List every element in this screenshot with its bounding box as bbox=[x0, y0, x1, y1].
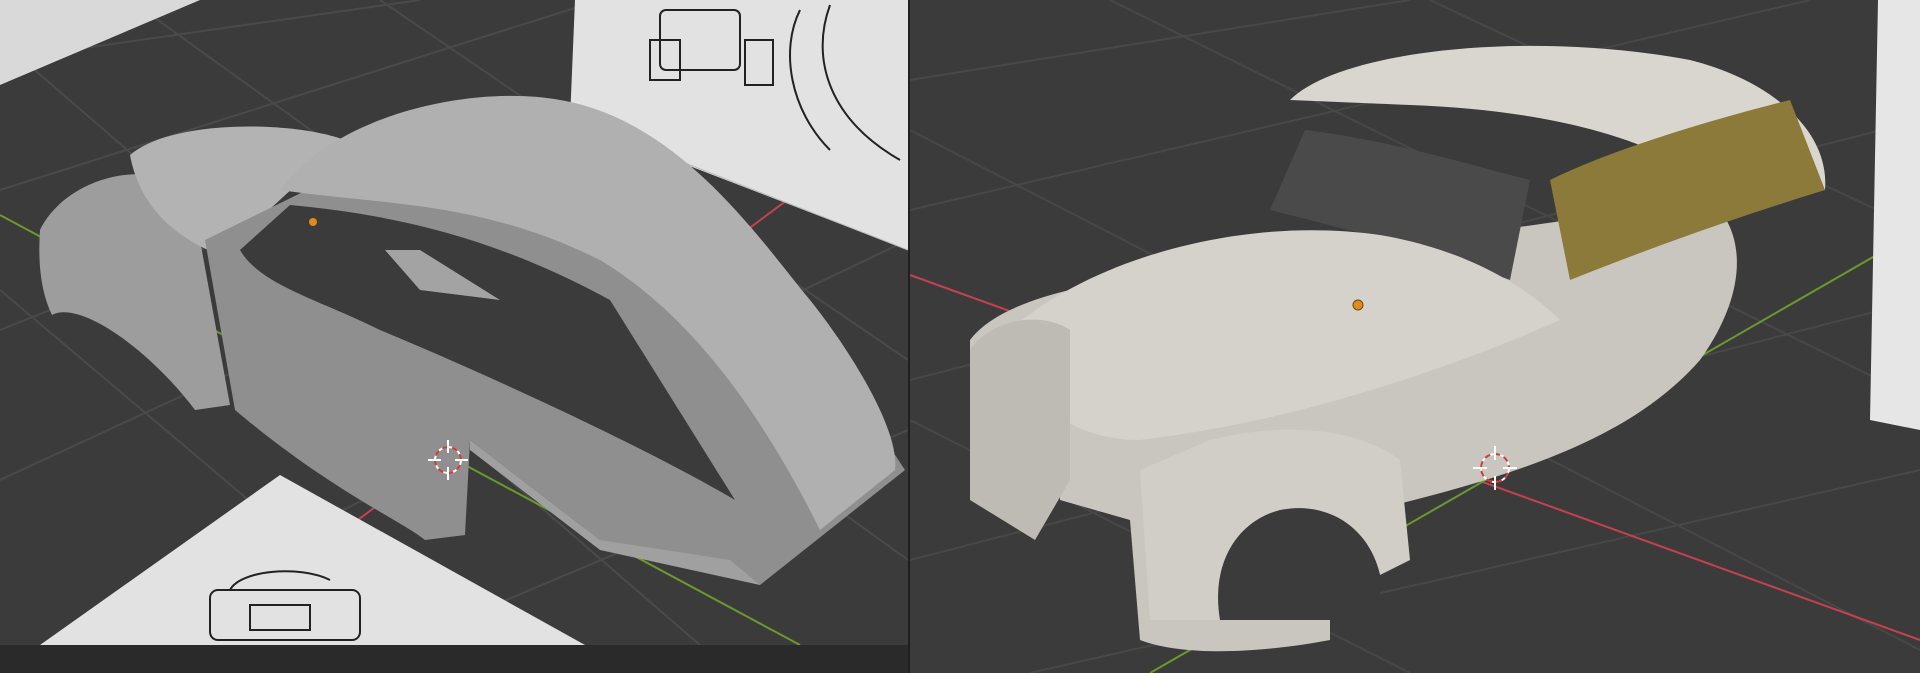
reference-image-bottom[interactable] bbox=[40, 475, 585, 645]
editor-separator bbox=[0, 645, 908, 673]
reference-image-edge[interactable] bbox=[1870, 0, 1920, 430]
viewport-solid-canvas[interactable] bbox=[0, 0, 908, 645]
viewport-solid-shading[interactable] bbox=[0, 0, 908, 645]
viewport-rendered-shading[interactable] bbox=[910, 0, 1920, 673]
blender-workspace bbox=[0, 0, 1920, 673]
reference-image-topleft[interactable] bbox=[0, 0, 200, 85]
origin-dot-icon-rendered[interactable] bbox=[1352, 299, 1364, 311]
origin-dot-icon[interactable] bbox=[309, 218, 317, 226]
viewport-rendered-canvas[interactable] bbox=[910, 0, 1920, 673]
